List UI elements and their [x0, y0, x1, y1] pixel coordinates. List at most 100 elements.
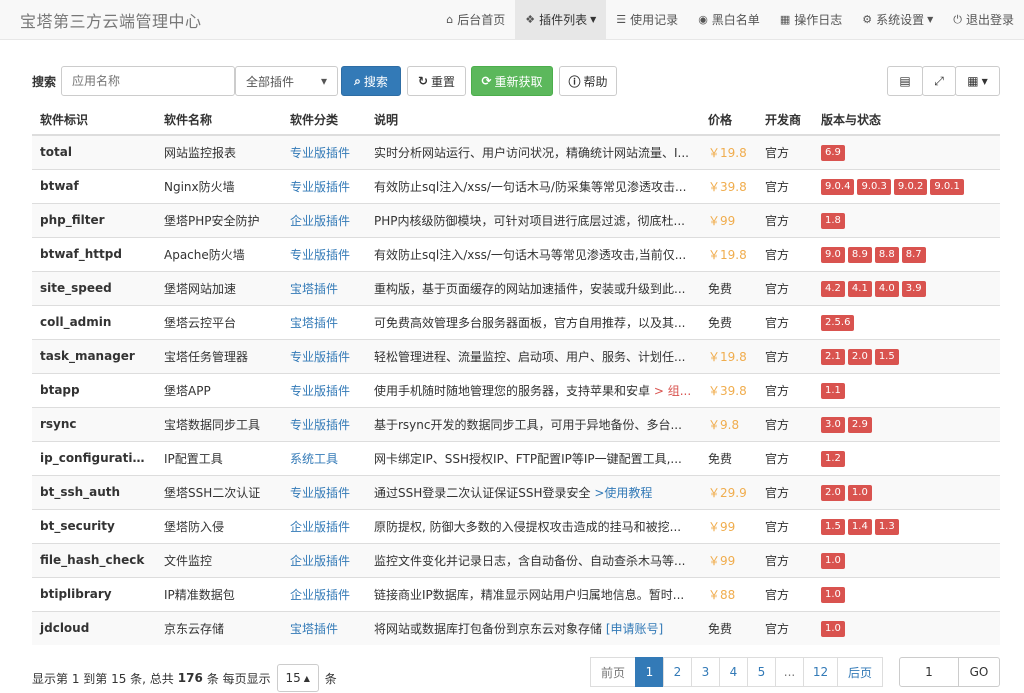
version-badge[interactable]: 3.9 [901, 280, 926, 297]
next-page-button[interactable]: 后页 [837, 657, 883, 687]
plugin-category-link[interactable]: 专业版插件 [282, 474, 366, 509]
version-badge[interactable]: 2.9 [847, 416, 872, 433]
description-link[interactable]: > 组... [650, 384, 691, 398]
version-badge[interactable]: 2.0 [821, 484, 845, 501]
column-header[interactable]: 软件名称 [156, 104, 282, 136]
page-button[interactable]: ... [775, 657, 804, 687]
plugin-category-link[interactable]: 专业版插件 [282, 406, 366, 441]
version-badge[interactable]: 1.1 [821, 382, 845, 399]
version-badge[interactable]: 6.9 [821, 144, 845, 161]
version-badge[interactable]: 4.0 [874, 280, 899, 297]
search-input[interactable] [61, 66, 235, 96]
table-row[interactable]: bt_ssh_auth 堡塔SSH二次认证 专业版插件 通过SSH登录二次认证保证SS… [32, 474, 1000, 509]
plugin-category-link[interactable]: 专业版插件 [282, 372, 366, 407]
version-badge[interactable]: 8.8 [874, 246, 899, 263]
column-header[interactable]: 软件分类 [282, 104, 366, 136]
page-size-select[interactable]: 15 ▲ [276, 664, 319, 692]
plugin-category-link[interactable]: 宝塔插件 [282, 304, 366, 339]
version-badge[interactable]: 2.1 [821, 348, 845, 365]
plugin-category-link[interactable]: 专业版插件 [282, 236, 366, 271]
column-header[interactable]: 版本与状态 [813, 104, 1000, 136]
page-button[interactable]: 5 [747, 657, 776, 687]
columns-button[interactable]: ▦ ▼ [955, 66, 1000, 96]
version-badge[interactable]: 1.8 [821, 212, 845, 229]
help-button[interactable]: ⓘ 帮助 [559, 66, 617, 96]
nav-item-5[interactable]: ⚙ 系统设置 ▼ [852, 0, 943, 39]
version-badge[interactable]: 1.4 [847, 518, 872, 535]
version-badge[interactable]: 2.5.6 [821, 314, 855, 331]
plugin-category-link[interactable]: 企业版插件 [282, 202, 366, 237]
description-link[interactable]: [申请账号] [602, 622, 663, 636]
refetch-button[interactable]: ⟳ 重新获取 [471, 66, 553, 96]
plugin-category-link[interactable]: 企业版插件 [282, 508, 366, 543]
plugin-category-link[interactable]: 企业版插件 [282, 576, 366, 611]
goto-page-input[interactable]: 1 [899, 657, 959, 687]
table-row[interactable]: btapp 堡塔APP 专业版插件 使用手机随时随地管理您的服务器，支持苹果和安卓 >… [32, 372, 1000, 407]
version-badge[interactable]: 1.0 [847, 484, 872, 501]
toggle-view-button[interactable]: ▤ [887, 66, 923, 96]
nav-item-4[interactable]: ▦ 操作日志 [770, 0, 852, 39]
version-badge[interactable]: 1.3 [874, 518, 899, 535]
plugin-category-link[interactable]: 系统工具 [282, 440, 366, 475]
table-row[interactable]: ip_configuration IP配置工具 系统工具 网卡绑定IP、SSH授权IP… [32, 440, 1000, 475]
plugin-description: 通过SSH登录二次认证保证SSH登录安全 >使用教程 [366, 474, 700, 509]
column-header[interactable]: 说明 [366, 104, 700, 136]
table-row[interactable]: coll_admin 堡塔云控平台 宝塔插件 可免费高效管理多台服务器面板，官方自用推… [32, 304, 1000, 339]
table-row[interactable]: btwaf_httpd Apache防火墙 专业版插件 有效防止sql注入/xss/一… [32, 236, 1000, 271]
column-header[interactable]: 软件标识 [32, 104, 156, 136]
version-badge[interactable]: 4.1 [847, 280, 872, 297]
plugin-category-link[interactable]: 专业版插件 [282, 338, 366, 373]
table-row[interactable]: btwaf Nginx防火墙 专业版插件 有效防止sql注入/xss/一句话木马/防采… [32, 168, 1000, 203]
fullscreen-button[interactable]: ⤢ [922, 66, 956, 96]
version-badge[interactable]: 4.2 [821, 280, 845, 297]
column-header[interactable]: 价格 [700, 104, 757, 136]
table-row[interactable]: jdcloud 京东云存储 宝塔插件 将网站或数据库打包备份到京东云对象存储 [申请账… [32, 610, 1000, 645]
page-button[interactable]: 4 [719, 657, 748, 687]
page-button[interactable]: 12 [803, 657, 838, 687]
version-badge[interactable]: 1.2 [821, 450, 845, 467]
version-badge[interactable]: 3.0 [821, 416, 845, 433]
plugin-filter-select[interactable]: 全部插件 ▾ [235, 66, 338, 96]
plugin-category-link[interactable]: 专业版插件 [282, 168, 366, 203]
page-button[interactable]: 3 [691, 657, 720, 687]
version-badge[interactable]: 8.9 [847, 246, 872, 263]
version-badge[interactable]: 2.0 [847, 348, 872, 365]
nav-item-3[interactable]: ◉ 黑白名单 [688, 0, 770, 39]
nav-item-6[interactable]: ⏻ 退出登录 [943, 0, 1024, 39]
plugin-category-link[interactable]: 专业版插件 [282, 134, 366, 169]
brand-title[interactable]: 宝塔第三方云端管理中心 [20, 8, 202, 32]
table-row[interactable]: total 网站监控报表 专业版插件 实时分析网站运行、用户访问状况，精确统计网站流量… [32, 134, 1000, 169]
reset-button[interactable]: ↻ 重置 [407, 66, 466, 96]
page-button[interactable]: 2 [663, 657, 692, 687]
column-header[interactable]: 开发商 [757, 104, 813, 136]
table-row[interactable]: btiplibrary IP精准数据包 企业版插件 链接商业IP数据库，精准显示网站用… [32, 576, 1000, 611]
version-badge[interactable]: 1.5 [874, 348, 899, 365]
version-badge[interactable]: 1.0 [821, 586, 845, 603]
table-row[interactable]: task_manager 宝塔任务管理器 专业版插件 轻松管理进程、流量监控、启动项、… [32, 338, 1000, 373]
table-row[interactable]: bt_security 堡塔防入侵 企业版插件 原防提权, 防御大多数的入侵提权攻击造… [32, 508, 1000, 543]
version-badge[interactable]: 1.0 [821, 552, 845, 569]
search-button[interactable]: ⌕ 搜索 [341, 66, 401, 96]
version-badge[interactable]: 1.5 [821, 518, 845, 535]
version-badge[interactable]: 9.0 [821, 246, 845, 263]
plugin-category-link[interactable]: 宝塔插件 [282, 270, 366, 305]
version-badge[interactable]: 9.0.1 [930, 178, 964, 195]
plugin-category-link[interactable]: 宝塔插件 [282, 610, 366, 645]
plugin-category-link[interactable]: 企业版插件 [282, 542, 366, 577]
nav-item-1[interactable]: ❖ 插件列表 ▼ [515, 0, 607, 39]
version-badge[interactable]: 9.0.3 [857, 178, 891, 195]
page-button[interactable]: 1 [635, 657, 664, 687]
table-row[interactable]: php_filter 堡塔PHP安全防护 企业版插件 PHP内核级防御模块，可针对项目… [32, 202, 1000, 237]
version-badge[interactable]: 1.0 [821, 620, 845, 637]
version-badge[interactable]: 9.0.2 [893, 178, 928, 195]
goto-button[interactable]: GO [959, 657, 1000, 687]
nav-item-0[interactable]: ⌂ 后台首页 [436, 0, 515, 39]
version-badge[interactable]: 9.0.4 [821, 178, 855, 195]
version-badge[interactable]: 8.7 [901, 246, 926, 263]
table-row[interactable]: file_hash_check 文件监控 企业版插件 监控文件变化并记录日志，含自动备… [32, 542, 1000, 577]
table-row[interactable]: rsync 宝塔数据同步工具 专业版插件 基于rsync开发的数据同步工具，可用于异地… [32, 406, 1000, 441]
prev-page-button[interactable]: 前页 [590, 657, 636, 687]
description-link[interactable]: >使用教程 [591, 486, 652, 500]
table-row[interactable]: site_speed 堡塔网站加速 宝塔插件 重构版，基于页面缓存的网站加速插件，安装… [32, 270, 1000, 305]
nav-item-2[interactable]: ☰ 使用记录 [606, 0, 688, 39]
